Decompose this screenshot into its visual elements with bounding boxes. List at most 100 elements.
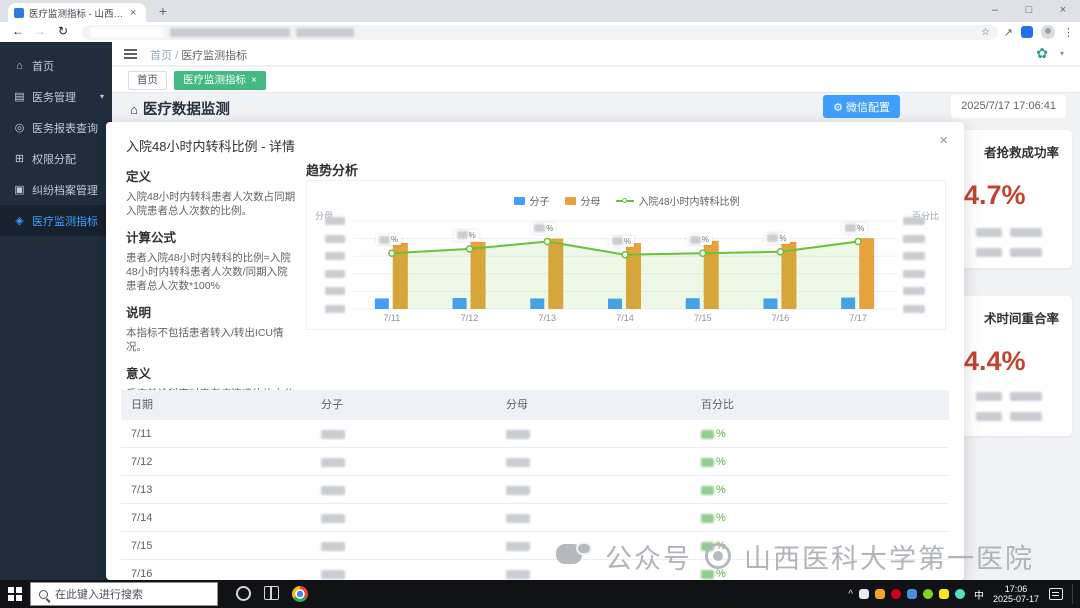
chat-bubbles-icon xyxy=(556,542,592,570)
browser-tab[interactable]: 医疗监测指标 - 山西医科大学第... × xyxy=(8,3,146,22)
redacted-stat-row xyxy=(976,392,1042,401)
tray-icon[interactable] xyxy=(874,589,885,599)
taskbar-search[interactable]: 在此键入进行搜索 xyxy=(30,582,218,606)
home-icon: ⌂ xyxy=(130,102,138,117)
page-header: ⌂ 医疗数据监测 ⚙ 微信配置 2025/7/17 17:06:41 xyxy=(112,93,1080,122)
profile-avatar[interactable] xyxy=(1041,25,1055,39)
table-row: 7/14 % xyxy=(121,504,949,532)
dialog-close-icon[interactable]: × xyxy=(939,132,948,149)
extension-icon[interactable] xyxy=(1021,26,1033,38)
tab-monitor-indicators[interactable]: 医疗监测指标 × xyxy=(174,71,266,90)
row-date: 7/12 xyxy=(131,456,153,468)
browser-tab-strip: 医疗监测指标 - 山西医科大学第... × + – □ × xyxy=(0,0,1080,22)
legend-line-marker xyxy=(616,197,635,205)
breadcrumb-home[interactable]: 首页 xyxy=(150,50,172,62)
redacted-url xyxy=(296,27,354,37)
tray-icon[interactable] xyxy=(890,589,901,599)
row-date: 7/13 xyxy=(131,484,153,496)
line-point-label: % xyxy=(686,234,712,246)
clock-date: 2025-07-17 xyxy=(992,594,1039,604)
table-row: 7/13 % xyxy=(121,476,949,504)
bookmark-star-icon[interactable]: ☆ xyxy=(981,27,990,38)
redacted-value xyxy=(506,513,530,523)
tray-icon[interactable] xyxy=(922,589,933,599)
tray-icon[interactable] xyxy=(938,589,949,599)
sidebar-item-label: 医务管理 xyxy=(32,91,76,104)
card-title: 者抢救成功率 xyxy=(984,146,1060,160)
line-point-label: % xyxy=(609,235,635,247)
ime-indicator[interactable]: 中 xyxy=(971,587,987,602)
svg-text:7/15: 7/15 xyxy=(694,313,712,323)
redacted-value xyxy=(506,485,530,495)
tray-icon[interactable] xyxy=(954,589,965,599)
redacted-value xyxy=(321,485,345,495)
wechat-config-button[interactable]: ⚙ 微信配置 xyxy=(823,95,900,118)
close-icon[interactable]: × xyxy=(251,75,257,86)
legend-item-numerator[interactable]: 分子 xyxy=(514,193,549,208)
redacted-axis-tick xyxy=(325,287,345,296)
window-close-button[interactable]: × xyxy=(1046,0,1080,22)
tab-home[interactable]: 首页 xyxy=(128,71,167,90)
show-desktop-button[interactable] xyxy=(1072,584,1074,604)
org-logo-icon[interactable]: ✿ xyxy=(1036,45,1048,62)
tray-icon[interactable] xyxy=(906,589,917,599)
card-title: 术时间重合率 xyxy=(984,312,1060,326)
app-topbar: 首页 / 医疗监测指标 ✿ ▾ xyxy=(112,42,1080,66)
taskbar-clock[interactable]: 17:06 2025-07-17 xyxy=(993,584,1039,605)
system-tray: ^ 中 17:06 2025-07-17 xyxy=(848,580,1078,608)
legend-item-ratio-line[interactable]: 入院48小时内转科比例 xyxy=(616,193,740,208)
sidebar-item-label: 医务报表查询 xyxy=(32,122,98,135)
reload-icon[interactable]: ↻ xyxy=(58,24,68,38)
legend-item-denominator[interactable]: 分母 xyxy=(565,193,600,208)
line-point-label: % xyxy=(764,232,790,244)
sidebar-item-medical-management[interactable]: ▤ 医务管理 ▾ xyxy=(0,81,112,112)
chart-legend: 分子 分母 入院48小时内转科比例 xyxy=(307,193,947,208)
window-maximize-button[interactable]: □ xyxy=(1012,0,1046,22)
new-tab-button[interactable]: + xyxy=(154,2,172,20)
sidebar-item-permission[interactable]: ⊞ 权限分配 xyxy=(0,143,112,174)
table-row: 7/11 % xyxy=(121,420,949,448)
sidebar-item-monitor-indicators[interactable]: ◈ 医疗监测指标 xyxy=(0,205,112,236)
hamburger-icon[interactable] xyxy=(124,49,137,59)
hospital-emblem-icon xyxy=(705,543,731,569)
task-view-icon[interactable] xyxy=(264,586,279,600)
tab-close-icon[interactable]: × xyxy=(130,7,136,19)
tab-title: 医疗监测指标 - 山西医科大学第... xyxy=(29,8,125,20)
sidebar: ⌂ 首页 ▤ 医务管理 ▾ ◎ 医务报表查询 ⊞ 权限分配 ▣ 纠纷档案管理 ◈… xyxy=(0,42,112,580)
sidebar-item-dispute-archive[interactable]: ▣ 纠纷档案管理 xyxy=(0,174,112,205)
breadcrumb: 首页 / 医疗监测指标 xyxy=(150,47,247,63)
toolbar-right-icons: ↗ ⋮ xyxy=(1004,23,1074,41)
table-row: 7/12 % xyxy=(121,448,949,476)
formula-heading: 计算公式 xyxy=(126,231,177,246)
table-header-row: 日期 分子 分母 百分比 xyxy=(121,390,949,420)
sidebar-item-home[interactable]: ⌂ 首页 xyxy=(0,50,112,81)
redacted-value xyxy=(321,569,345,579)
tray-expand-icon[interactable]: ^ xyxy=(848,589,853,600)
address-bar[interactable]: ☆ xyxy=(82,24,998,40)
definition-heading: 定义 xyxy=(126,170,152,184)
cortana-icon[interactable] xyxy=(236,586,251,601)
browser-menu-icon[interactable]: ⋮ xyxy=(1063,26,1074,39)
sidebar-item-report-query[interactable]: ◎ 医务报表查询 xyxy=(0,112,112,143)
redacted-value xyxy=(321,429,345,439)
window-minimize-button[interactable]: – xyxy=(978,0,1012,22)
definition-body: 入院48小时内转科患者人次数占同期入院患者总人次数的比例。 xyxy=(126,191,296,217)
chrome-icon[interactable] xyxy=(292,586,308,602)
back-icon[interactable]: ← xyxy=(12,24,24,38)
line-point-label: % xyxy=(842,222,868,234)
meaning-heading: 意义 xyxy=(126,367,152,382)
start-button[interactable] xyxy=(8,587,22,601)
chevron-down-icon[interactable]: ▾ xyxy=(1060,49,1064,58)
forward-icon[interactable]: → xyxy=(34,24,46,38)
tab-favicon-icon xyxy=(14,7,24,18)
notification-center-icon[interactable] xyxy=(1049,588,1063,600)
indicator-detail-dialog: 入院48小时内转科比例 - 详情 × 定义 入院48小时内转科患者人次数占同期入… xyxy=(106,122,964,580)
share-icon[interactable]: ↗ xyxy=(1004,26,1013,39)
monitor-icon: ◈ xyxy=(15,215,24,227)
tray-icon[interactable] xyxy=(858,589,869,599)
legend-swatch-orange xyxy=(565,196,577,205)
col-denominator: 分母 xyxy=(506,399,528,411)
note-body: 本指标不包括患者转入/转出ICU情况。 xyxy=(126,327,284,353)
line-point-label: % xyxy=(453,229,479,241)
dialog-title: 入院48小时内转科比例 - 详情 xyxy=(126,139,296,154)
